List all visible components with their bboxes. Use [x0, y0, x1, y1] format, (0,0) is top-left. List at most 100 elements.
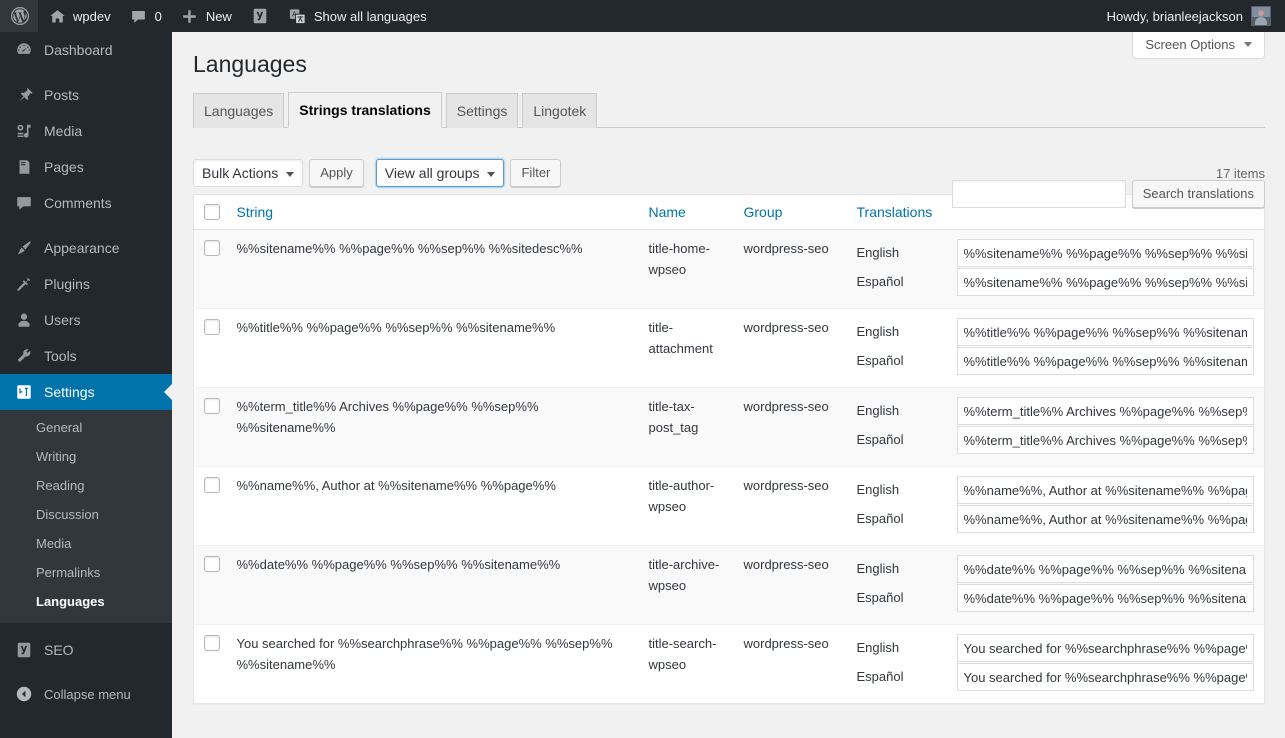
new-label: New	[206, 9, 232, 24]
sidebar-item-comments[interactable]: Comments	[0, 185, 172, 221]
sidebar-item-label: Posts	[44, 87, 79, 103]
row-group: wordpress-seo	[734, 546, 847, 625]
sidebar-subitem-discussion[interactable]: Discussion	[0, 500, 172, 529]
collapse-arrow-icon	[14, 684, 34, 704]
settings-submenu: General Writing Reading Discussion Media…	[0, 410, 172, 623]
sidebar-item-pages[interactable]: Pages	[0, 149, 172, 185]
strings-translations-table: String Name Group Translations %%sitenam…	[193, 194, 1265, 704]
translation-input-espanol[interactable]	[957, 268, 1255, 296]
collapse-menu-label: Collapse menu	[44, 687, 131, 702]
wordpress-logo-button[interactable]	[0, 0, 38, 32]
select-all-checkbox[interactable]	[204, 204, 220, 220]
row-select-cell	[194, 467, 227, 546]
show-all-languages-label: Show all languages	[314, 9, 427, 24]
collapse-menu-button[interactable]: Collapse menu	[0, 677, 172, 711]
bulk-actions-select[interactable]: Bulk Actions	[193, 159, 303, 187]
row-group: wordpress-seo	[734, 388, 847, 467]
my-account-menu[interactable]: Howdy, brianleejackson	[1098, 0, 1285, 32]
site-name-menu[interactable]: wpdev	[38, 0, 120, 32]
sidebar-item-label: SEO	[44, 642, 74, 658]
translation-input-espanol[interactable]	[957, 505, 1255, 533]
translation-language-labels: English Español	[857, 397, 957, 457]
tab-bar: Languages Strings translations Settings …	[193, 83, 1265, 128]
translation-language-labels: English Español	[857, 555, 957, 615]
row-checkbox[interactable]	[204, 635, 220, 651]
screen-options-button[interactable]: Screen Options	[1132, 32, 1265, 59]
sidebar-item-settings[interactable]: Settings	[0, 374, 172, 410]
bulk-actions-selected-label: Bulk Actions	[202, 160, 278, 186]
translation-language: Español	[857, 349, 957, 378]
group-filter-select[interactable]: View all groups	[376, 159, 505, 187]
yoast-seo-menu[interactable]	[241, 0, 279, 32]
row-translations: English Español	[847, 230, 1265, 309]
sidebar-subitem-permalinks[interactable]: Permalinks	[0, 558, 172, 587]
filter-button[interactable]: Filter	[510, 159, 561, 187]
row-group: wordpress-seo	[734, 467, 847, 546]
tab-languages[interactable]: Languages	[193, 93, 284, 128]
tab-lingotek[interactable]: Lingotek	[522, 93, 597, 128]
column-header-name[interactable]: Name	[639, 195, 734, 230]
translation-input-espanol[interactable]	[957, 347, 1255, 375]
translate-icon: A	[288, 6, 308, 26]
translation-language: English	[857, 320, 957, 349]
new-content-menu[interactable]: New	[171, 0, 241, 32]
row-select-cell	[194, 388, 227, 467]
show-all-languages-menu[interactable]: A Show all languages	[279, 0, 436, 32]
translation-input-espanol[interactable]	[957, 663, 1255, 691]
chevron-down-icon	[286, 172, 294, 177]
tab-settings[interactable]: Settings	[446, 93, 519, 128]
site-name-label: wpdev	[73, 9, 111, 24]
sidebar-item-dashboard[interactable]: Dashboard	[0, 32, 172, 68]
translation-input-english[interactable]	[957, 555, 1255, 583]
translation-input-english[interactable]	[957, 239, 1255, 267]
tab-strings-translations[interactable]: Strings translations	[288, 92, 441, 128]
row-string: %%title%% %%page%% %%sep%% %%sitename%%	[227, 309, 639, 388]
admin-bar: wpdev 0 New A Show all langua	[0, 0, 1285, 32]
row-checkbox[interactable]	[204, 556, 220, 572]
sidebar-item-tools[interactable]: Tools	[0, 338, 172, 374]
wordpress-logo-icon	[10, 6, 30, 26]
comments-count: 0	[155, 9, 162, 24]
sidebar-item-label: Tools	[44, 348, 77, 364]
sidebar-subitem-general[interactable]: General	[0, 413, 172, 442]
table-body: %%sitename%% %%page%% %%sep%% %%sitedesc…	[194, 230, 1265, 704]
sidebar-item-posts[interactable]: Posts	[0, 77, 172, 113]
translation-input-english[interactable]	[957, 634, 1255, 662]
sidebar-subitem-languages[interactable]: Languages	[0, 587, 172, 616]
sidebar-item-media[interactable]: Media	[0, 113, 172, 149]
row-checkbox[interactable]	[204, 240, 220, 256]
sidebar-subitem-media[interactable]: Media	[0, 529, 172, 558]
column-header-group[interactable]: Group	[734, 195, 847, 230]
column-header-string[interactable]: String	[227, 195, 639, 230]
row-name: title-author-wpseo	[639, 467, 734, 546]
comments-menu[interactable]: 0	[120, 0, 171, 32]
translation-language: Español	[857, 428, 957, 457]
screen-options-label: Screen Options	[1145, 37, 1235, 52]
bulk-actions-group: Bulk Actions Apply View all groups Filte…	[193, 159, 561, 187]
menu-separator	[0, 623, 172, 632]
menu-separator	[0, 68, 172, 77]
translation-input-english[interactable]	[957, 476, 1255, 504]
row-checkbox[interactable]	[204, 398, 220, 414]
media-icon	[14, 121, 34, 141]
dashboard-icon	[14, 40, 34, 60]
sidebar-item-users[interactable]: Users	[0, 302, 172, 338]
menu-separator	[0, 668, 172, 677]
translation-input-espanol[interactable]	[957, 426, 1255, 454]
sidebar-item-seo[interactable]: SEO	[0, 632, 172, 668]
row-checkbox[interactable]	[204, 477, 220, 493]
translation-language: Español	[857, 507, 957, 536]
translation-inputs	[957, 634, 1255, 692]
sidebar-subitem-reading[interactable]: Reading	[0, 471, 172, 500]
row-name: title-attachment	[639, 309, 734, 388]
translation-input-english[interactable]	[957, 318, 1255, 346]
apply-button[interactable]: Apply	[309, 159, 364, 187]
row-string: %%name%%, Author at %%sitename%% %%page%…	[227, 467, 639, 546]
sidebar-item-plugins[interactable]: Plugins	[0, 266, 172, 302]
sidebar-subitem-writing[interactable]: Writing	[0, 442, 172, 471]
row-checkbox[interactable]	[204, 319, 220, 335]
sidebar-item-appearance[interactable]: Appearance	[0, 230, 172, 266]
translation-language-labels: English Español	[857, 476, 957, 536]
translation-input-espanol[interactable]	[957, 584, 1255, 612]
translation-input-english[interactable]	[957, 397, 1255, 425]
